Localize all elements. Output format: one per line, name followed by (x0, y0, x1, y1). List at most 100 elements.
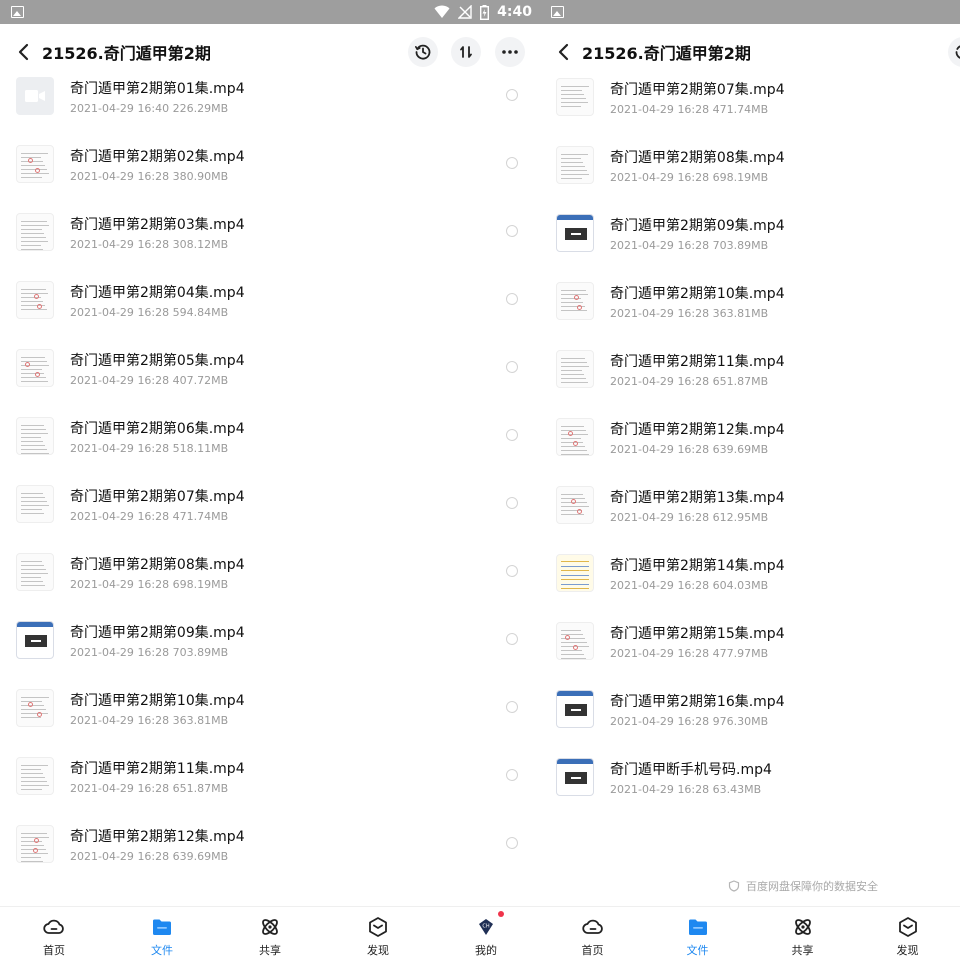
discover-cube-icon (897, 916, 919, 938)
tab-label: 我的 (475, 944, 497, 957)
file-size: 612.95MB (712, 511, 769, 524)
tab-label: 发现 (367, 944, 389, 957)
file-row[interactable]: 奇门遁甲第2期第02集.mp4 2021-04-29 16:28 380.90MB (0, 135, 540, 203)
file-name: 奇门遁甲第2期第03集.mp4 (70, 217, 245, 233)
select-checkbox[interactable] (506, 89, 518, 101)
tab-discover-cube[interactable]: 发现 (855, 907, 960, 960)
back-arrow-icon[interactable] (554, 40, 576, 64)
file-meta: 2021-04-29 16:28 639.69MB (70, 850, 228, 863)
tab-home-cloud[interactable]: 首页 (0, 907, 108, 960)
sort-button[interactable] (451, 37, 481, 67)
tab-label: 共享 (791, 944, 814, 957)
file-meta: 2021-04-29 16:28 594.84MB (70, 306, 228, 319)
file-row[interactable]: 奇门遁甲第2期第11集.mp4 2021-04-29 16:28 651.87MB (540, 340, 960, 408)
file-meta: 2021-04-29 16:28 651.87MB (610, 375, 768, 388)
select-checkbox[interactable] (506, 497, 518, 509)
file-row[interactable]: 奇门遁甲第2期第04集.mp4 2021-04-29 16:28 594.84MB (0, 271, 540, 339)
file-meta: 2021-04-29 16:28 651.87MB (70, 782, 228, 795)
history-button[interactable] (948, 37, 960, 67)
select-checkbox[interactable] (506, 837, 518, 849)
tab-label: 首页 (581, 944, 604, 957)
file-row[interactable]: 奇门遁甲第2期第05集.mp4 2021-04-29 16:28 407.72MB (0, 339, 540, 407)
file-row[interactable]: 奇门遁甲第2期第08集.mp4 2021-04-29 16:28 698.19MB (0, 543, 540, 611)
file-size: 471.74MB (712, 103, 769, 116)
file-date: 2021-04-29 (610, 307, 674, 320)
file-name: 奇门遁甲第2期第08集.mp4 (610, 150, 785, 166)
tab-folder[interactable]: 文件 (645, 907, 750, 960)
select-checkbox[interactable] (506, 361, 518, 373)
file-row[interactable]: 奇门遁甲第2期第07集.mp4 2021-04-29 16:28 471.74MB (540, 68, 960, 136)
file-time: 16:28 (137, 306, 170, 319)
file-time: 16:28 (137, 442, 170, 455)
document-thumbnail (556, 418, 594, 456)
select-checkbox[interactable] (506, 701, 518, 713)
file-row[interactable]: 奇门遁甲第2期第12集.mp4 2021-04-29 16:28 639.69MB (540, 408, 960, 476)
file-row[interactable]: 奇门遁甲第2期第06集.mp4 2021-04-29 16:28 518.11MB (0, 407, 540, 475)
file-row[interactable]: 奇门遁甲第2期第13集.mp4 2021-04-29 16:28 612.95MB (540, 476, 960, 544)
share-atom-icon (259, 916, 281, 938)
file-meta: 2021-04-29 16:28 703.89MB (610, 239, 768, 252)
file-row[interactable]: 奇门遁甲第2期第14集.mp4 2021-04-29 16:28 604.03MB (540, 544, 960, 612)
tab-folder[interactable]: 文件 (108, 907, 216, 960)
file-row[interactable]: 奇门遁甲第2期第07集.mp4 2021-04-29 16:28 471.74MB (0, 475, 540, 543)
file-date: 2021-04-29 (70, 850, 134, 863)
file-row[interactable]: 奇门遁甲断手机号码.mp4 2021-04-29 16:28 63.43MB (540, 748, 960, 816)
home-cloud-icon (43, 916, 65, 938)
file-meta: 2021-04-29 16:28 407.72MB (70, 374, 228, 387)
tab-home-cloud[interactable]: 首页 (540, 907, 645, 960)
more-button[interactable] (495, 37, 525, 67)
file-row[interactable]: 奇门遁甲第2期第03集.mp4 2021-04-29 16:28 308.12MB (0, 203, 540, 271)
file-row[interactable]: 奇门遁甲第2期第01集.mp4 2021-04-29 16:40 226.29MB (0, 67, 540, 135)
file-date: 2021-04-29 (610, 375, 674, 388)
file-time: 16:28 (677, 783, 710, 796)
select-checkbox[interactable] (506, 225, 518, 237)
left-screen: 4:40 21526.奇门遁甲第2期 奇门遁甲第2期第01集.mp4 2021-0… (0, 0, 540, 960)
file-row[interactable]: 奇门遁甲第2期第12集.mp4 2021-04-29 16:28 639.69MB (0, 815, 540, 883)
select-checkbox[interactable] (506, 565, 518, 577)
page-title: 21526.奇门遁甲第2期 (42, 44, 211, 63)
history-button[interactable] (408, 37, 438, 67)
tab-label: 共享 (259, 944, 281, 957)
file-time: 16:40 (137, 102, 170, 115)
file-row[interactable]: 奇门遁甲第2期第10集.mp4 2021-04-29 16:28 363.81MB (0, 679, 540, 747)
file-size: 477.97MB (712, 647, 769, 660)
file-date: 2021-04-29 (70, 374, 134, 387)
file-row[interactable]: 奇门遁甲第2期第16集.mp4 2021-04-29 16:28 976.30MB (540, 680, 960, 748)
file-size: 594.84MB (172, 306, 229, 319)
file-row[interactable]: 奇门遁甲第2期第11集.mp4 2021-04-29 16:28 651.87MB (0, 747, 540, 815)
select-checkbox[interactable] (506, 633, 518, 645)
document-thumbnail (16, 213, 54, 251)
file-row[interactable]: 奇门遁甲第2期第10集.mp4 2021-04-29 16:28 363.81MB (540, 272, 960, 340)
document-thumbnail (16, 349, 54, 387)
tab-discover-cube[interactable]: 发现 (324, 907, 432, 960)
file-row[interactable]: 奇门遁甲第2期第15集.mp4 2021-04-29 16:28 477.97MB (540, 612, 960, 680)
security-note-text: 百度网盘保障你的数据安全 (746, 880, 878, 893)
file-name: 奇门遁甲第2期第09集.mp4 (610, 218, 785, 234)
select-checkbox[interactable] (506, 429, 518, 441)
select-checkbox[interactable] (506, 769, 518, 781)
shield-icon (728, 880, 740, 892)
clock: 4:40 (497, 4, 532, 20)
video-camera-icon (25, 90, 45, 102)
document-thumbnail (16, 485, 54, 523)
tab-share-atom[interactable]: 共享 (216, 907, 324, 960)
document-thumbnail (556, 146, 594, 184)
select-checkbox[interactable] (506, 157, 518, 169)
file-row[interactable]: 奇门遁甲第2期第08集.mp4 2021-04-29 16:28 698.19MB (540, 136, 960, 204)
file-name: 奇门遁甲第2期第10集.mp4 (610, 286, 785, 302)
file-meta: 2021-04-29 16:28 63.43MB (610, 783, 761, 796)
file-date: 2021-04-29 (70, 782, 134, 795)
file-row[interactable]: 奇门遁甲第2期第09集.mp4 2021-04-29 16:28 703.89MB (540, 204, 960, 272)
file-time: 16:28 (137, 782, 170, 795)
tab-share-atom[interactable]: 共享 (750, 907, 855, 960)
file-size: 380.90MB (172, 170, 229, 183)
file-row[interactable]: 奇门遁甲第2期第09集.mp4 2021-04-29 16:28 703.89MB (0, 611, 540, 679)
tab-label: 文件 (686, 944, 709, 957)
tab-profile-gem[interactable]: CH 我的 (432, 907, 540, 960)
back-arrow-icon[interactable] (14, 40, 36, 64)
document-thumbnail (16, 757, 54, 795)
select-checkbox[interactable] (506, 293, 518, 305)
file-meta: 2021-04-29 16:28 471.74MB (70, 510, 228, 523)
history-clock-icon (414, 44, 431, 60)
file-date: 2021-04-29 (610, 783, 674, 796)
